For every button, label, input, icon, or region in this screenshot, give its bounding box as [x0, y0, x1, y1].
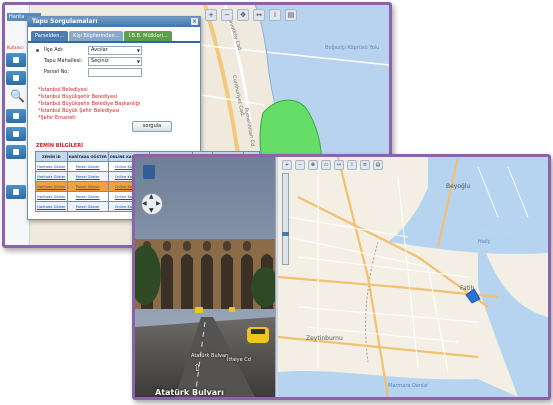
owner-link[interactable]: *İstanbul Büyükşehir Belediyesi: [38, 94, 140, 101]
city-map: [278, 157, 548, 397]
close-icon[interactable]: ×: [191, 18, 198, 25]
print-icon[interactable]: ▤: [373, 160, 383, 170]
map-label: Fatih: [460, 285, 475, 292]
sea-label: Boğaziçi Köprüsü Yolu: [325, 45, 380, 51]
tab-kisi[interactable]: Kişi Bilgilerinden...: [69, 31, 124, 41]
ibb-logo-icon: [143, 165, 155, 179]
dialog-title: Tapu Sorgulamaları: [32, 18, 98, 25]
settings-button[interactable]: [6, 145, 26, 159]
pan-down-icon[interactable]: ▼: [149, 207, 154, 214]
dialog-tabs: Parselden... Kişi Bilgilerinden... İ.B.B…: [28, 27, 200, 43]
ilce-select[interactable]: Avcılar: [88, 46, 142, 55]
zoom-slider-handle[interactable]: [282, 232, 289, 236]
table-cell[interactable]: Parsel Göster: [66, 191, 109, 202]
table-cell[interactable]: Parsel Göster: [66, 181, 109, 192]
form-row-ilce: İlçe Adı: Avcılar: [36, 45, 196, 55]
owner-links: *İstanbul Belediyesi *İstanbul Büyükşehi…: [38, 87, 140, 122]
pan-left-icon[interactable]: ◀: [142, 200, 147, 207]
layers-icon[interactable]: ≡: [360, 160, 370, 170]
info-icon[interactable]: i: [347, 160, 357, 170]
report-button[interactable]: [6, 127, 26, 141]
search-icon[interactable]: 🔍: [10, 89, 25, 103]
owner-link[interactable]: *İstanbul Büyük Şehir Belediyesi: [38, 108, 140, 115]
gear-icon: [13, 149, 19, 155]
street-label[interactable]: Atatürk Bulvarı: [191, 353, 228, 359]
table-cell[interactable]: Parsel Göster: [66, 201, 109, 212]
export-button[interactable]: [6, 185, 26, 199]
split-view: ▲ ▼ ◀ ▶ Atatürk Bulvarı İtfaiye Cd ⇧ Ata…: [135, 157, 548, 397]
query-form: İlçe Adı: Avcılar Tapu Mahallesi: Seçini…: [36, 45, 196, 78]
table-cell[interactable]: Parsel Göster: [66, 171, 109, 182]
pan-icon[interactable]: ✥: [237, 9, 249, 21]
query-panel-button[interactable]: [6, 109, 26, 123]
tab-ibb-mulk[interactable]: İ.B.B. Mülkleri...: [124, 31, 172, 41]
table-cell[interactable]: Haritada Göster: [35, 191, 68, 202]
report-icon: [13, 131, 19, 137]
water-label: Haliç: [478, 239, 491, 245]
parsel-input[interactable]: [88, 68, 142, 77]
map-label: Beyoğlu: [446, 183, 471, 190]
section-title: ZEMİN BİLGİLERİ: [36, 143, 83, 149]
print-icon[interactable]: ▤: [285, 9, 297, 21]
layer-button[interactable]: [6, 53, 26, 67]
table-icon: [13, 113, 19, 119]
owner-link[interactable]: *İstanbul Belediyesi: [38, 87, 140, 94]
export-icon: [13, 189, 19, 195]
city-map-toolbar: + − ✥ ▭ ↔ i ≡ ▤: [282, 160, 383, 170]
query-button[interactable]: sorgula: [132, 121, 172, 132]
street-view[interactable]: ▲ ▼ ◀ ▶ Atatürk Bulvarı İtfaiye Cd ⇧ Ata…: [135, 157, 275, 397]
table-cell[interactable]: Haritada Göster: [35, 171, 68, 182]
ilce-label: İlçe Adı:: [44, 47, 64, 53]
mahalle-select[interactable]: Seçiniz: [88, 57, 142, 66]
map-front[interactable]: + − ✥ ▭ ↔ i ≡ ▤ Beyoğlu Fatih Zeytinburn…: [278, 157, 548, 397]
move-arrow-icon[interactable]: ⇧: [193, 363, 201, 374]
table-cell[interactable]: Parsel Göster: [66, 161, 109, 172]
info-icon[interactable]: i: [269, 9, 281, 21]
pan-icon[interactable]: ✥: [308, 160, 318, 170]
zoom-in-icon[interactable]: +: [205, 9, 217, 21]
dialog-titlebar[interactable]: Tapu Sorgulamaları ×: [28, 17, 200, 27]
water-label: Marmara Denizi: [388, 383, 428, 389]
form-row-parsel: Parsel No:: [36, 67, 196, 77]
table-cell[interactable]: Haritada Göster: [35, 181, 68, 192]
street-label[interactable]: İtfaiye Cd: [227, 357, 251, 363]
map-toolbar: + − ✥ ↔ i ▤: [205, 9, 297, 21]
table-header[interactable]: ZEMİN İD: [35, 151, 68, 162]
layers-icon: [13, 57, 19, 63]
owner-link[interactable]: *Şehir Emaneti: [38, 115, 140, 122]
zoom-slider[interactable]: [282, 173, 289, 265]
tab-parsel[interactable]: Parselden...: [31, 31, 69, 41]
map-label: Zeytinburnu: [306, 335, 343, 342]
table-header[interactable]: HARİTADA GÖSTER: [66, 151, 109, 162]
select-icon[interactable]: ▭: [321, 160, 331, 170]
owner-link[interactable]: *İstanbul Büyükşehir Belediye Başkanlığı: [38, 101, 140, 108]
front-window: ▲ ▼ ◀ ▶ Atatürk Bulvarı İtfaiye Cd ⇧ Ata…: [132, 154, 551, 400]
form-row-mahalle: Tapu Mahallesi: Seçiniz: [36, 56, 196, 66]
side-label: Kullanıcı: [7, 45, 24, 50]
table-cell[interactable]: Haritada Göster: [35, 201, 68, 212]
zoom-out-icon[interactable]: −: [295, 160, 305, 170]
measure-icon[interactable]: ↔: [334, 160, 344, 170]
parsel-label: Parsel No:: [44, 69, 70, 75]
mahalle-label: Tapu Mahallesi:: [44, 58, 83, 64]
tools-button[interactable]: [6, 71, 26, 85]
street-caption: Atatürk Bulvarı: [155, 388, 224, 397]
navigation-control[interactable]: ▲ ▼ ◀ ▶: [141, 193, 163, 215]
zoom-in-icon[interactable]: +: [282, 160, 292, 170]
table-cell[interactable]: Haritada Göster: [35, 161, 68, 172]
tools-icon: [13, 75, 19, 81]
pan-up-icon[interactable]: ▲: [149, 193, 154, 200]
measure-icon[interactable]: ↔: [253, 9, 265, 21]
bullet-icon: [36, 49, 39, 52]
zoom-out-icon[interactable]: −: [221, 9, 233, 21]
pan-right-icon[interactable]: ▶: [156, 200, 161, 207]
